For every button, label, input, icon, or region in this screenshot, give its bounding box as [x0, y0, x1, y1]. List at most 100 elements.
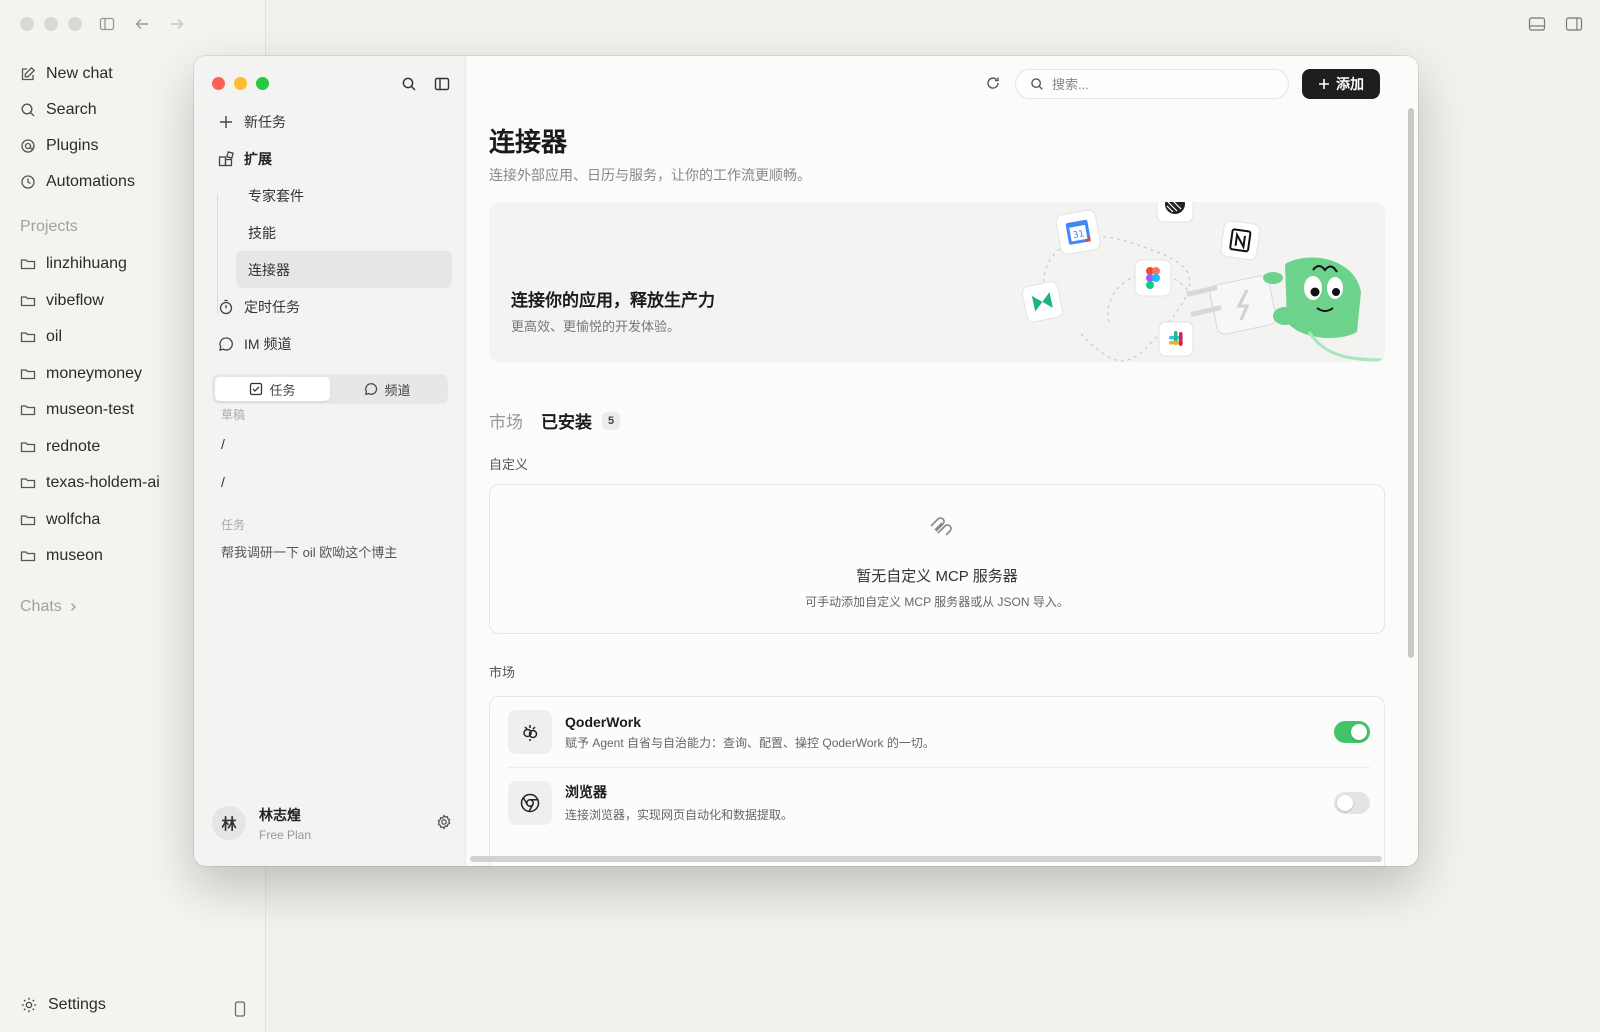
- connectors-main: 添加 连接器 连接外部应用、日历与服务，让你的工作流更顺畅。 连接你的应用，释放…: [466, 56, 1418, 866]
- project-label: moneymoney: [46, 364, 143, 382]
- project-label: wolfcha: [46, 510, 101, 528]
- horizontal-scrollbar[interactable]: [470, 856, 1382, 862]
- connector-name: 浏览器: [565, 784, 607, 800]
- qoderwork-icon: [508, 710, 552, 754]
- window-close-button[interactable]: [20, 17, 34, 31]
- chats-heading[interactable]: Chats: [20, 598, 78, 616]
- draft-item[interactable]: /: [221, 436, 225, 452]
- phone-icon[interactable]: [234, 1001, 246, 1017]
- folder-icon: [20, 475, 36, 491]
- panel-bottom-icon[interactable]: [1528, 16, 1546, 32]
- back-arrow-icon[interactable]: [134, 16, 150, 32]
- connector-app-window: 新任务 扩展 专家套件 技能 连接器 定时任务 IM 频道 任务 频道 草稿 /…: [194, 56, 1418, 866]
- new-task-button[interactable]: 新任务: [212, 103, 452, 140]
- draft-item[interactable]: /: [221, 474, 225, 490]
- forward-arrow-icon[interactable]: [169, 16, 185, 32]
- automations-label: Automations: [46, 173, 135, 190]
- vertical-scrollbar[interactable]: [1408, 108, 1414, 658]
- connector-info: QoderWork 赋予 Agent 自省与自治能力：查询、配置、操控 Qode…: [565, 714, 935, 751]
- plugins-label: Plugins: [46, 137, 99, 154]
- checkbox-icon: [249, 382, 263, 396]
- search-icon: [1030, 77, 1044, 91]
- tab-channels-label: 频道: [384, 382, 411, 398]
- gear-icon: [20, 996, 38, 1014]
- expert-suites-label: 专家套件: [248, 187, 304, 204]
- tab-installed[interactable]: 已安装: [541, 408, 592, 433]
- user-info: 林志煌 Free Plan: [259, 805, 311, 842]
- project-label: museon-test: [46, 401, 135, 419]
- custom-section-heading: 自定义: [489, 457, 529, 472]
- banner-title: 连接你的应用，释放生产力: [511, 291, 715, 310]
- sidebar-item-connectors[interactable]: 连接器: [236, 251, 452, 288]
- compose-icon: [20, 66, 36, 82]
- sidebar-item-expert-suites[interactable]: 专家套件: [212, 177, 452, 214]
- tab-tasks[interactable]: 任务: [215, 377, 330, 401]
- drafts-heading: 草稿: [221, 408, 246, 422]
- extensions-icon: [218, 150, 234, 167]
- refresh-icon[interactable]: [985, 75, 1001, 91]
- new-chat-label: New chat: [46, 65, 113, 82]
- chrome-icon: [508, 780, 552, 825]
- svg-text:31: 31: [1072, 229, 1085, 241]
- banner-subtitle: 更高效、更愉悦的开发体验。: [511, 319, 681, 334]
- sidebar-item-skills[interactable]: 技能: [212, 214, 452, 251]
- scheduled-tasks-item[interactable]: 定时任务: [212, 288, 452, 325]
- folder-icon: [20, 256, 36, 272]
- timer-icon: [218, 299, 234, 315]
- tab-channels[interactable]: 频道: [330, 377, 445, 401]
- folder-icon: [20, 548, 36, 564]
- project-label: vibeflow: [46, 291, 104, 309]
- market-connector-list: QoderWork 赋予 Agent 自省与自治能力：查询、配置、操控 Qode…: [489, 696, 1385, 866]
- folder-icon: [20, 329, 36, 345]
- app-sidebar: 新任务 扩展 专家套件 技能 连接器 定时任务 IM 频道 任务 频道 草稿 /…: [194, 56, 466, 866]
- hero-banner: 连接你的应用，释放生产力 更高效、更愉悦的开发体验。 31: [489, 202, 1385, 362]
- panel-right-icon[interactable]: [1565, 16, 1583, 32]
- qoderwork-toggle[interactable]: [1334, 721, 1370, 743]
- window-close-button[interactable]: [212, 77, 225, 90]
- settings-item[interactable]: Settings: [20, 996, 106, 1014]
- tab-market[interactable]: 市场: [489, 408, 523, 433]
- extensions-label: 扩展: [244, 150, 272, 167]
- custom-mcp-empty-state: 暂无自定义 MCP 服务器 可手动添加自定义 MCP 服务器或从 JSON 导入…: [489, 484, 1385, 634]
- new-task-label: 新任务: [244, 113, 286, 130]
- link-icon: [926, 513, 952, 539]
- window-minimize-button[interactable]: [44, 17, 58, 31]
- plus-icon: [1318, 78, 1330, 90]
- chat-bubble-icon: [364, 382, 378, 396]
- slack-icon: [1158, 321, 1194, 357]
- connector-name: QoderWork: [565, 713, 641, 730]
- window-minimize-button[interactable]: [234, 77, 247, 90]
- chevron-right-icon: [68, 602, 78, 612]
- user-name: 林志煌: [259, 806, 301, 823]
- sidebar-toggle-icon[interactable]: [99, 16, 115, 32]
- folder-icon: [20, 439, 36, 455]
- add-label: 添加: [1336, 76, 1364, 92]
- page-subtitle: 连接外部应用、日历与服务，让你的工作流更顺畅。: [489, 167, 811, 183]
- extensions-item[interactable]: 扩展: [212, 140, 452, 177]
- sidebar-toggle-icon[interactable]: [434, 76, 450, 92]
- connector-description: 连接浏览器，实现网页自动化和数据提取。: [565, 808, 794, 822]
- notion-icon: [1220, 220, 1261, 261]
- linear-icon: [1156, 202, 1194, 223]
- installed-count-badge: 5: [602, 411, 621, 430]
- toggle-knob: [1351, 724, 1367, 740]
- tasks-heading: 任务: [221, 518, 246, 532]
- projects-heading: Projects: [20, 218, 78, 235]
- plus-icon: [218, 114, 234, 130]
- window-zoom-button[interactable]: [68, 17, 82, 31]
- window-zoom-button[interactable]: [256, 77, 269, 90]
- plug-mascot-illustration: [1186, 257, 1385, 362]
- search-icon[interactable]: [401, 76, 417, 92]
- app-nav: 新任务 扩展 专家套件 技能 连接器 定时任务 IM 频道: [212, 103, 452, 362]
- settings-gear-icon[interactable]: [436, 814, 452, 830]
- task-channel-segmented-control: 任务 频道: [212, 374, 448, 404]
- task-item[interactable]: 帮我调研一下 oil 欧呦这个博主: [221, 542, 397, 561]
- search-field[interactable]: [1015, 69, 1289, 99]
- project-label: texas-holdem-ai: [46, 474, 160, 492]
- search-input[interactable]: [1052, 76, 1252, 92]
- browser-toggle[interactable]: [1334, 791, 1370, 814]
- add-button[interactable]: 添加: [1302, 69, 1380, 99]
- connector-info: 浏览器 连接浏览器，实现网页自动化和数据提取。: [565, 782, 793, 823]
- im-channel-item[interactable]: IM 频道: [212, 325, 452, 362]
- user-profile[interactable]: 林 林志煌 Free Plan: [212, 798, 452, 848]
